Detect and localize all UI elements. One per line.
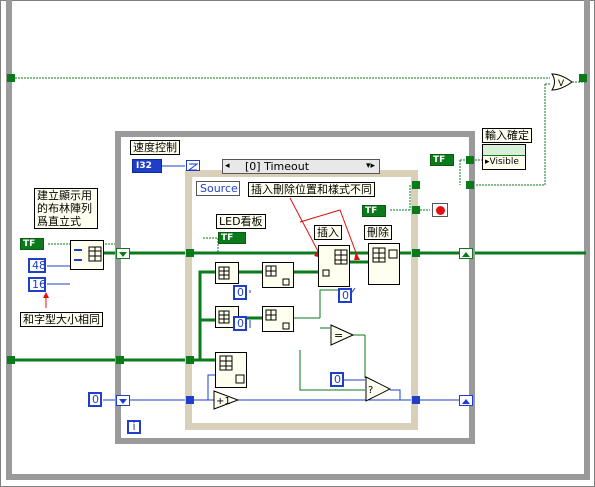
svg-text:+1: +1 [216,396,231,407]
event-tunnel-num-in [186,396,194,404]
index-constant-1[interactable]: 0 [233,285,247,300]
visible-property-text: Visible [489,157,519,167]
tf-indicator-top-text: TF [433,155,446,165]
input-confirm-property-node[interactable]: ▸Visible [482,144,526,170]
insert-label: 插入 [314,225,342,240]
led-board-terminal-text: TF [221,233,234,243]
source-text: Source [200,182,238,195]
i32-text: I32 [136,161,152,171]
loop-tunnel-bool-right [459,248,473,259]
event-tunnel-num-out [412,396,420,404]
build-display-label: 建立顯示用 的布林陣列 爲直立式 [34,188,98,229]
insert-delete-diff-label: 插入刪除位置和樣式不同 [248,182,375,197]
tf-constant-left[interactable]: TF [20,238,44,250]
array-subset-node-2[interactable] [262,306,294,332]
loop-tunnel-num-right [459,395,473,406]
visible-bool-constant-text: TF [365,206,378,216]
index-constant-2[interactable]: 0 [233,316,247,331]
timeout-terminal [186,160,200,171]
loop-tunnel-bool-left [116,248,130,259]
rows-constant[interactable]: 48 [28,258,46,273]
event-case-selector-text: [0] Timeout [245,160,310,173]
event-tunnel-visible-out [412,181,420,189]
delete-from-array-node[interactable] [368,243,400,285]
outer-loop-tunnel-left-array [7,356,15,364]
reset-zero-constant[interactable]: 0 [330,372,344,387]
initialize-array-node[interactable] [70,240,104,270]
visible-bool-constant[interactable]: TF [362,205,386,217]
insert-into-array-node[interactable] [318,245,350,287]
event-case-selector[interactable]: ◂ [0] Timeout ▾▸ [222,159,380,174]
reshape-array-node[interactable] [215,352,247,388]
delete-label: 刪除 [364,225,392,240]
event-tunnel-array2-in [186,356,194,364]
iteration-terminal: i [127,420,141,434]
loop-tunnel-visible-right [466,156,474,164]
tf-indicator-top: TF [430,154,454,166]
outer-loop-shift-register-right [579,74,587,82]
input-confirm-label: 輸入確定 [482,128,532,143]
svg-text:V: V [558,79,565,89]
led-board-label: LED看板 [216,214,266,229]
index-constant-3[interactable]: 0 [338,288,352,303]
event-tunnel-array-in [186,249,194,257]
tf-constant-left-text: TF [23,239,36,249]
array-subset-node-1[interactable] [262,262,294,288]
or-gate-node[interactable]: V [551,73,573,91]
cols-constant[interactable]: 16 [28,277,46,292]
select-node[interactable]: ? [365,376,392,402]
loop-tunnel-num-left [116,395,130,406]
speed-control-terminal[interactable]: I32 [132,159,162,173]
led-board-terminal[interactable]: TF [218,232,246,244]
array-size-node-1[interactable] [215,262,239,284]
svg-text:?: ? [368,385,373,396]
event-tunnel-array-out [412,249,420,257]
event-tunnel-or-out [412,206,420,214]
equals-node[interactable]: = [330,324,355,346]
same-size-label: 和字型大小相同 [20,312,103,327]
loop-tunnel-or-right [466,181,474,189]
loop-tunnel-array-left [116,356,124,364]
timeout-zero-constant[interactable]: 0 [88,392,102,407]
svg-text:=: = [334,329,343,342]
increment-node[interactable]: +1 [213,390,240,410]
outer-loop-shift-register-left [7,74,15,82]
event-data-source: Source [196,181,240,196]
speed-control-label: 速度控制 [130,140,180,155]
stop-indicator [432,203,448,217]
iteration-text: i [132,420,136,433]
